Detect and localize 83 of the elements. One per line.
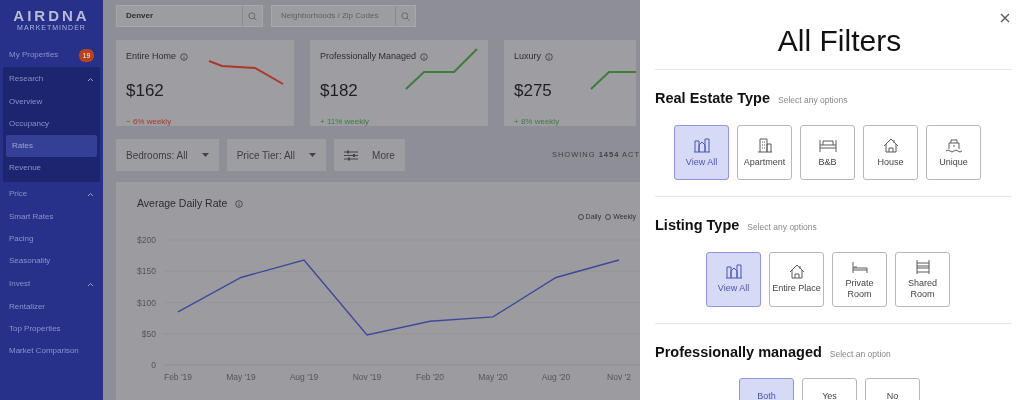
chart-title: Average Daily Rate [137, 196, 228, 211]
axis-label: May '20 [478, 372, 508, 383]
axis-label: Feb '20 [415, 372, 445, 383]
caret-icon [87, 281, 94, 287]
axis-label: 0 [151, 360, 156, 371]
filter-dropdown[interactable]: Price Tier: All [226, 139, 327, 171]
axis-label: $200 [137, 235, 156, 246]
sidebar-item[interactable]: Top Properties [3, 318, 100, 341]
sidebar-group-header[interactable]: Invest [3, 272, 100, 297]
axis-label: Feb '19 [163, 372, 193, 383]
caret-icon [87, 76, 94, 82]
caret-icon [201, 153, 209, 157]
card-title: Luxury [514, 50, 541, 63]
sidebar-item[interactable]: Overview [3, 91, 100, 114]
sidebar-item[interactable]: Rentalizer [3, 296, 100, 319]
filter-option[interactable]: B&B [800, 124, 855, 180]
sidebar-item[interactable]: Rates [6, 135, 97, 158]
search-field[interactable]: Denver [124, 9, 242, 23]
sliders-icon [344, 149, 359, 161]
filter-option[interactable]: Shared Room [895, 251, 950, 307]
section-title: Listing Type [655, 215, 740, 235]
card-title: Professionally Managed [320, 50, 417, 63]
filter-option[interactable]: Entire Place [769, 251, 824, 307]
stat-value: $275 [514, 79, 552, 102]
section-title: Real Estate Type [655, 89, 770, 108]
card-title: Entire Home [126, 50, 177, 63]
weekly-change: + 11% weekly [320, 116, 370, 126]
filter-option[interactable]: Yes [802, 378, 857, 400]
logo: AIRDNA [12, 8, 91, 23]
info-icon [180, 52, 189, 61]
axis-label: $50 [141, 329, 156, 339]
info-icon [545, 52, 553, 61]
weekly-change: + 8% weekly [514, 116, 561, 126]
caret-icon [309, 153, 317, 157]
close-icon [1000, 12, 1010, 23]
sidebar-group-header[interactable]: Price [3, 182, 100, 207]
filter-option[interactable]: Both [739, 378, 794, 400]
section-hint: Select an option [829, 347, 891, 361]
filter-option[interactable]: Unique [926, 124, 981, 180]
more-button[interactable]: More [334, 139, 405, 171]
house-icon [787, 263, 806, 281]
section-hint: Select any options [747, 220, 817, 234]
house-icon [881, 136, 900, 154]
filter-option[interactable]: House [863, 124, 918, 180]
axis-label: May '19 [226, 372, 256, 383]
sidebar-item[interactable]: Market Comparison [3, 340, 100, 363]
info-icon [235, 199, 244, 208]
axis-label: Nov '19 [352, 372, 382, 383]
radio-button[interactable] [605, 214, 612, 220]
section-title: Professionally managed [655, 342, 822, 362]
building-icon [755, 136, 774, 154]
search-icon [248, 11, 257, 21]
sidebar-item[interactable]: Revenue [3, 157, 100, 180]
buildings-icon [724, 263, 743, 281]
stat-value: $162 [126, 79, 164, 102]
sidebar-item[interactable]: Occupancy [3, 113, 100, 136]
section-hint: Select any options [778, 94, 848, 107]
panel-title: All Filters [776, 24, 903, 57]
sidebar-item[interactable]: Pacing [3, 228, 100, 251]
radio-button[interactable] [577, 214, 584, 220]
filter-option[interactable]: Private Room [832, 251, 887, 307]
caret-icon [87, 191, 94, 197]
buildings-icon [692, 136, 711, 154]
filter-option[interactable]: View All [674, 124, 729, 180]
stat-value: $182 [320, 79, 358, 102]
axis-label: Aug '20 [541, 372, 571, 383]
axis-label: Nov '2 [607, 372, 631, 383]
filter-option[interactable]: View All [706, 251, 761, 307]
axis-label: $100 [137, 297, 156, 308]
sidebar-item[interactable]: Smart Rates [3, 206, 100, 229]
filter-option[interactable]: No [865, 378, 920, 400]
bunk-bed-icon [913, 257, 932, 275]
axis-label: Aug '19 [289, 372, 319, 383]
info-icon [420, 52, 429, 61]
sidebar-item[interactable]: Seasonality [3, 250, 100, 273]
search-box[interactable]: Denver [116, 5, 263, 27]
search-icon [401, 11, 410, 21]
axis-label: $150 [137, 266, 156, 277]
weekly-change: − 6% weekly [126, 116, 173, 126]
filter-option[interactable]: Apartment [737, 124, 792, 180]
sidebar-group-header[interactable]: Research [3, 67, 100, 92]
filter-dropdown[interactable]: Bedrooms: All [116, 139, 219, 171]
boat-icon [944, 136, 963, 154]
